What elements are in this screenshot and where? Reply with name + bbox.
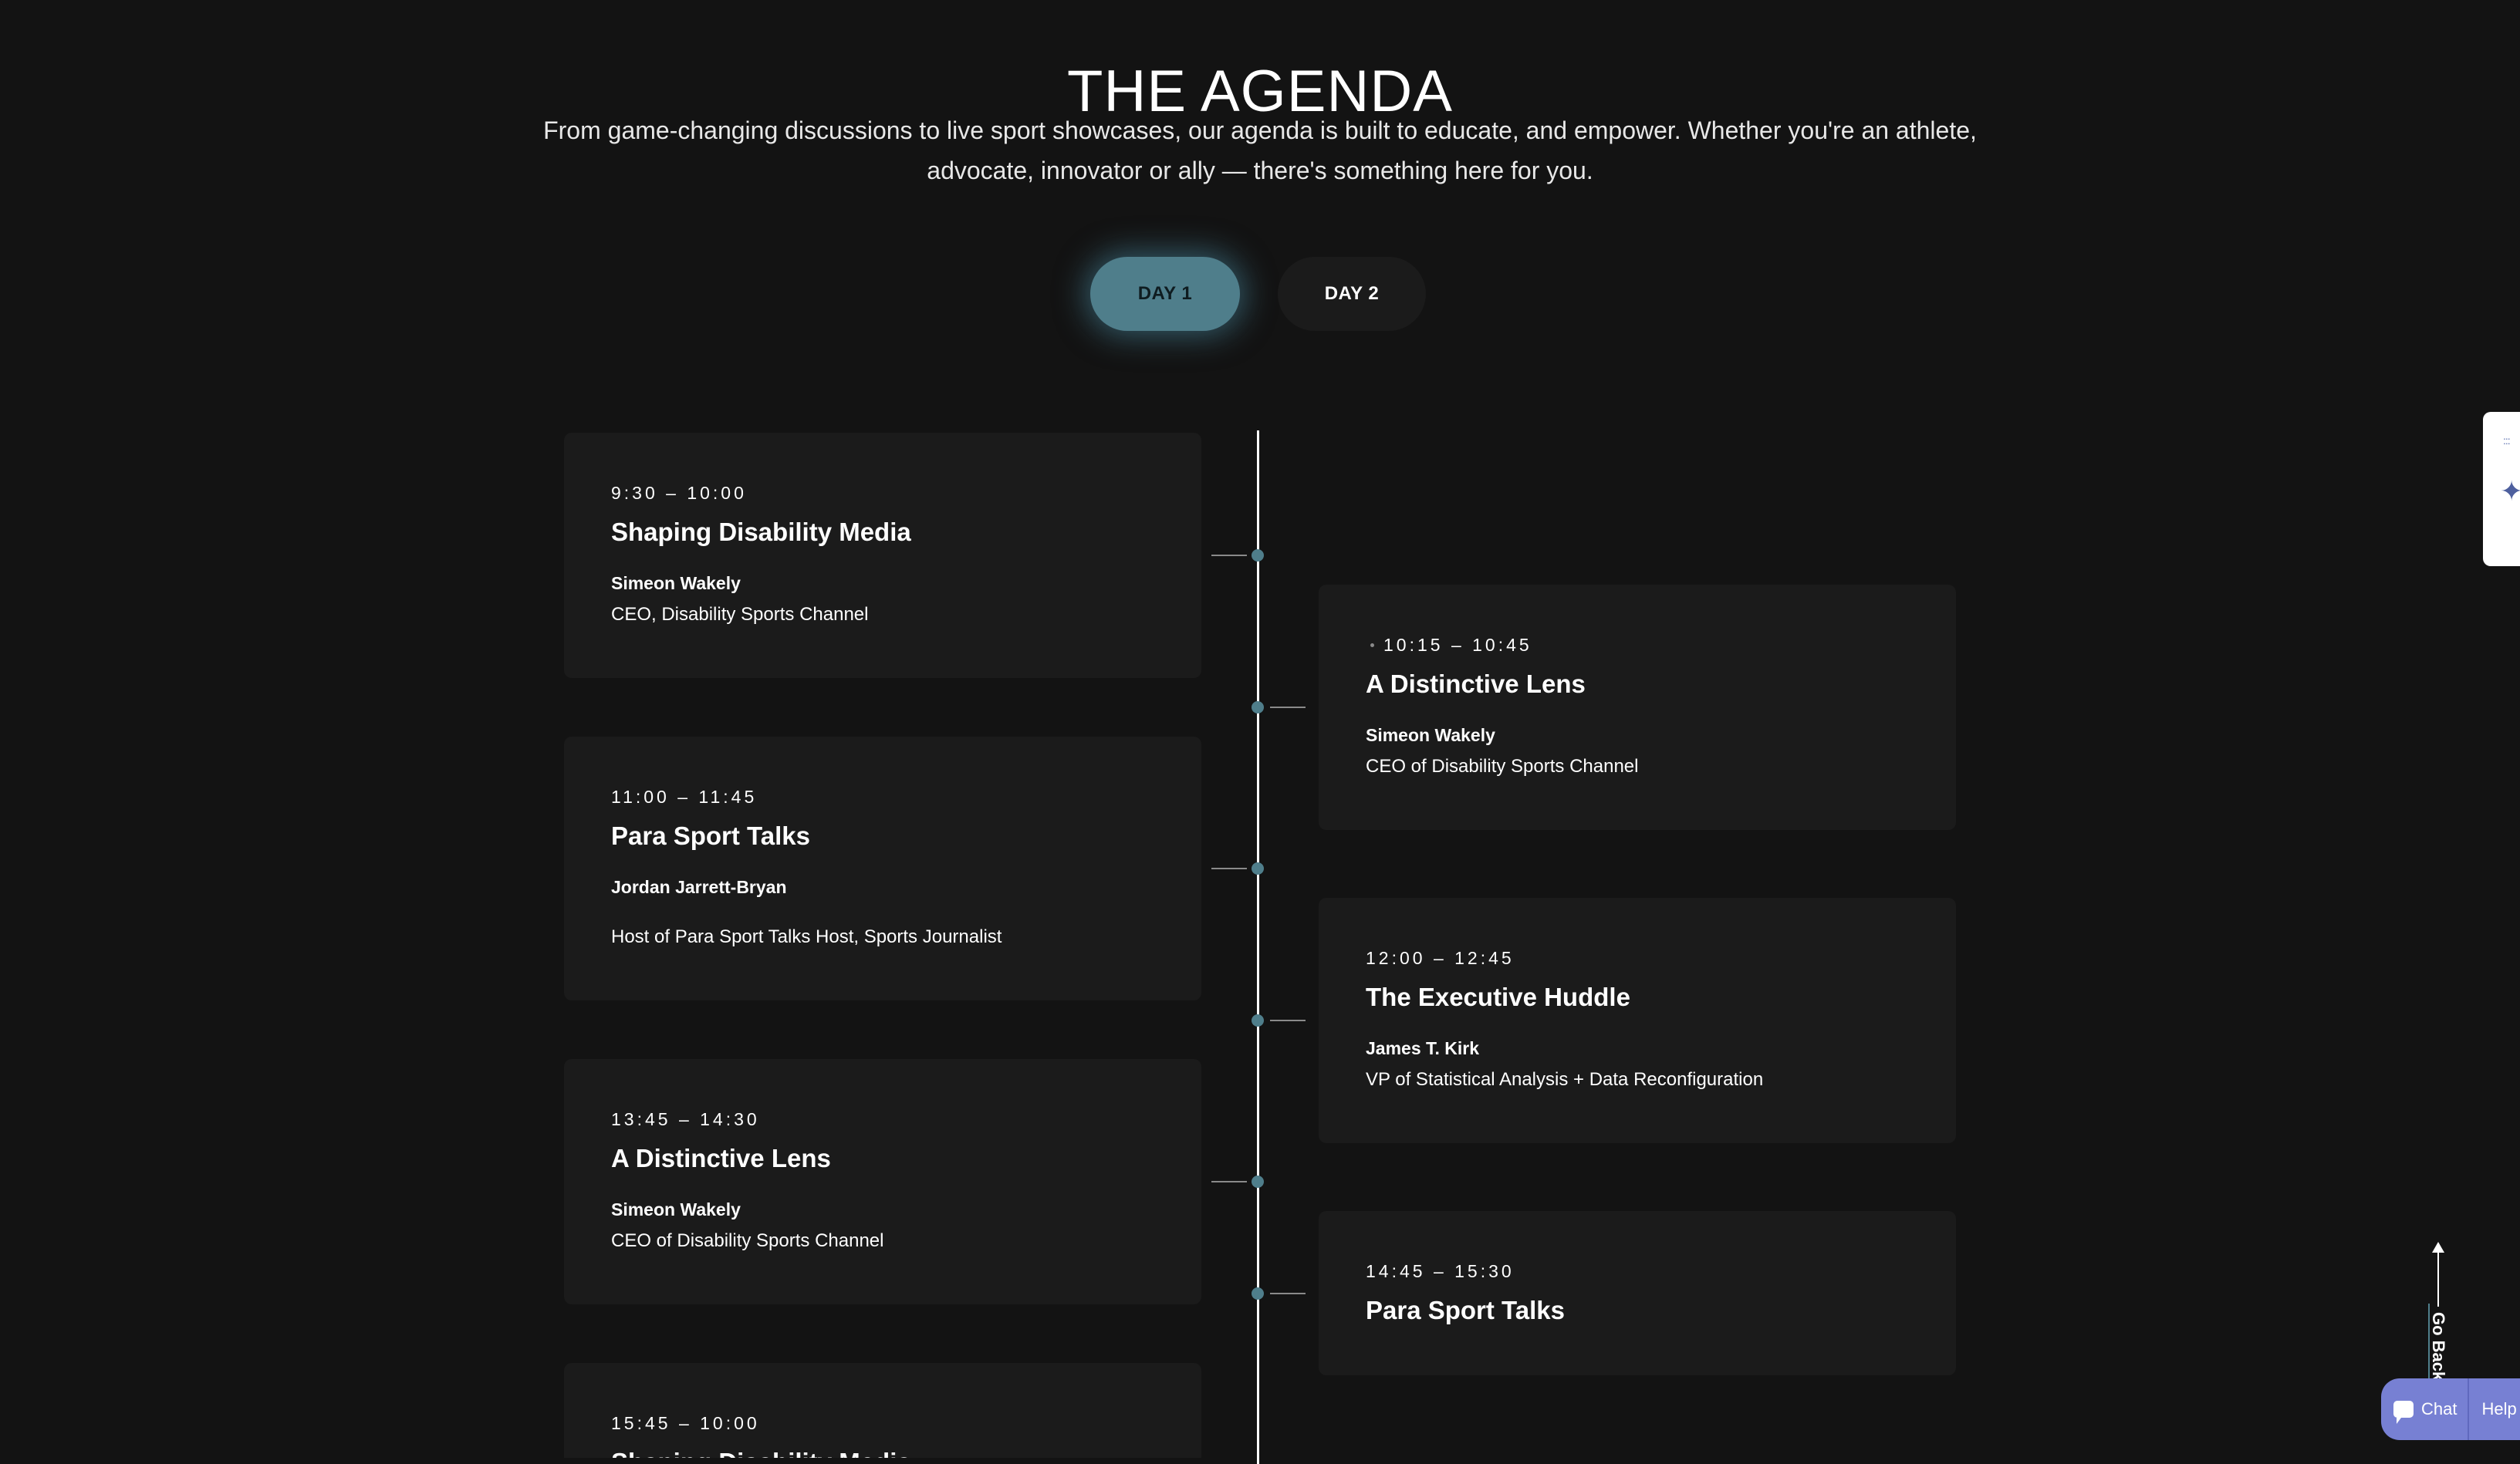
bullet-icon (1370, 643, 1374, 647)
session-speaker: Simeon Wakely (611, 573, 741, 593)
session-time: 9:30 – 10:00 (611, 483, 747, 503)
tab-day-2[interactable]: DAY 2 (1278, 257, 1426, 331)
side-toolbar[interactable]: ::: ✦ (2483, 412, 2520, 566)
session-time: 10:15 – 10:45 (1383, 635, 1532, 655)
agenda-intro: From game-changing discussions to live s… (540, 110, 1980, 191)
session-card[interactable]: 10:15 – 10:45 A Distinctive Lens Simeon … (1319, 585, 1956, 830)
session-title: A Distinctive Lens (611, 1144, 831, 1172)
session-card[interactable]: 9:30 – 10:00 Shaping Disability Media Si… (564, 433, 1201, 678)
session-card[interactable]: 11:00 – 11:45 Para Sport Talks Jordan Ja… (564, 737, 1201, 1000)
session-title: Para Sport Talks (1366, 1296, 1565, 1324)
session-card[interactable]: 13:45 – 14:30 A Distinctive Lens Simeon … (564, 1059, 1201, 1304)
tab-day-1[interactable]: DAY 1 (1090, 257, 1240, 331)
session-title: A Distinctive Lens (1366, 670, 1586, 698)
timeline-dot (1252, 862, 1264, 875)
chat-bubble-icon (2393, 1401, 2414, 1424)
session-time: 11:00 – 11:45 (611, 787, 758, 807)
timeline-connector (1270, 1020, 1306, 1021)
session-speaker: James T. Kirk (1366, 1038, 1480, 1058)
session-card[interactable]: 12:00 – 12:45 The Executive Huddle James… (1319, 898, 1956, 1143)
timeline-connector (1270, 707, 1306, 708)
sparkle-icon[interactable]: ✦ (2500, 457, 2520, 526)
session-title: Shaping Disability Media (611, 1448, 911, 1458)
help-button[interactable]: Help (2469, 1399, 2516, 1419)
session-title: Para Sport Talks (611, 821, 810, 850)
session-speaker: Simeon Wakely (1366, 725, 1495, 745)
chat-label: Chat (2421, 1399, 2458, 1418)
timeline-dot (1252, 1287, 1264, 1300)
grid-icon[interactable]: ::: (2503, 435, 2520, 446)
session-time: 14:45 – 15:30 (1366, 1261, 1515, 1281)
timeline-dot (1252, 701, 1264, 713)
session-time: 15:45 – 10:00 (611, 1413, 760, 1433)
timeline-connector (1270, 1293, 1306, 1294)
intro-line-1: From game-changing discussions to live s… (543, 116, 1977, 144)
session-speaker-role: CEO of Disability Sports Channel (1366, 756, 1639, 777)
session-speaker-role: CEO of Disability Sports Channel (611, 1230, 884, 1251)
timeline-dot (1252, 1176, 1264, 1188)
timeline-connector (1211, 555, 1247, 556)
timeline-connector (1211, 1181, 1247, 1182)
chat-help-widget: Chat Help (2381, 1378, 2520, 1440)
arrow-line (2437, 1250, 2439, 1307)
session-time: 13:45 – 14:30 (611, 1109, 760, 1129)
timeline-dot (1252, 549, 1264, 562)
session-title: The Executive Huddle (1366, 983, 1630, 1011)
session-card[interactable]: 14:45 – 15:30 Para Sport Talks (1319, 1211, 1956, 1375)
session-speaker: Jordan Jarrett-Bryan (611, 877, 787, 897)
go-back-up-link[interactable]: Go Back Up (2423, 1242, 2454, 1408)
timeline-connector (1211, 868, 1247, 869)
session-speaker-role: CEO, Disability Sports Channel (611, 604, 869, 625)
session-speaker-role: Host of Para Sport Talks Host, Sports Jo… (611, 926, 1002, 947)
session-speaker-role: VP of Statistical Analysis + Data Reconf… (1366, 1069, 1764, 1090)
session-speaker: Simeon Wakely (611, 1199, 741, 1219)
session-time: 12:00 – 12:45 (1366, 948, 1515, 968)
chat-button[interactable]: Chat (2381, 1378, 2470, 1440)
session-card[interactable]: 15:45 – 10:00 Shaping Disability Media (564, 1363, 1201, 1458)
timeline-dot (1252, 1014, 1264, 1027)
session-title: Shaping Disability Media (611, 518, 911, 546)
intro-line-2: advocate, innovator or ally — there's so… (927, 157, 1593, 184)
timeline-line (1257, 430, 1259, 1464)
